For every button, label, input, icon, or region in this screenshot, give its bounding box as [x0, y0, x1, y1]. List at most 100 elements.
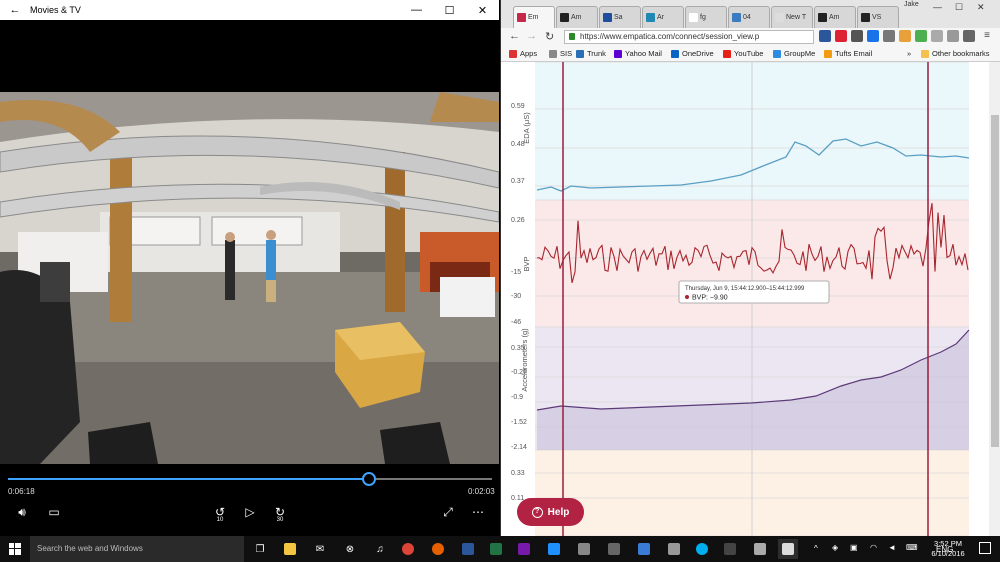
tab-strip: Em Am Sa Ar fg 04 New T Am VS — [501, 0, 1000, 28]
browser-tab[interactable]: VS — [857, 6, 899, 28]
forward-arrow-icon[interactable]: → — [526, 30, 537, 42]
back-arrow-icon[interactable]: ← — [0, 4, 30, 16]
minimize-icon[interactable]: — — [400, 4, 433, 16]
bvp-tick-label: -46 — [511, 319, 521, 326]
skip-back-button[interactable]: ↺ 10 — [208, 502, 232, 523]
xbox-icon[interactable]: ⊗ — [340, 539, 360, 559]
bookmark-item[interactable]: YouTube — [723, 49, 763, 58]
eda-axis-title: EDA (μS) — [522, 112, 531, 144]
browser-tab[interactable]: 04 — [728, 6, 770, 28]
keyboard-icon[interactable]: ⌨ — [906, 543, 918, 552]
start-button[interactable] — [0, 536, 30, 562]
extension-icon[interactable] — [931, 30, 943, 42]
mail-icon[interactable]: ✉ — [310, 539, 330, 559]
skip-forward-button[interactable]: ↻ 30 — [268, 502, 292, 523]
acc-tick-label: -2.14 — [511, 444, 527, 451]
reload-icon[interactable]: ↻ — [545, 30, 554, 43]
app-icon[interactable] — [664, 539, 684, 559]
bookmark-item[interactable]: OneDrive — [671, 49, 714, 58]
video-frame[interactable] — [0, 92, 499, 464]
other-bookmarks[interactable]: Other bookmarks — [921, 49, 990, 58]
extension-icon[interactable] — [883, 30, 895, 42]
extension-icon[interactable] — [899, 30, 911, 42]
captions-icon[interactable]: ▭ — [42, 502, 66, 522]
onenote-icon[interactable] — [514, 539, 534, 559]
extension-icon[interactable] — [947, 30, 959, 42]
browser-tab[interactable]: Am — [814, 6, 856, 28]
bookmarks-overflow[interactable]: » — [907, 49, 911, 58]
play-button[interactable]: ▷ — [238, 502, 262, 522]
extension-icon[interactable] — [963, 30, 975, 42]
bookmark-label: OneDrive — [682, 49, 714, 58]
extension-icon[interactable] — [867, 30, 879, 42]
wifi-icon[interactable]: ◠ — [870, 543, 877, 552]
word-icon[interactable] — [458, 539, 478, 559]
minimize-icon[interactable]: — — [933, 2, 942, 12]
file-explorer-icon[interactable] — [280, 539, 300, 559]
extension-icon[interactable] — [819, 30, 831, 42]
extension-icon[interactable] — [851, 30, 863, 42]
profile-name[interactable]: Jake — [904, 1, 919, 8]
task-view-icon[interactable]: ❐ — [250, 539, 270, 559]
address-bar[interactable]: https://www.empatica.com/connect/session… — [564, 30, 814, 44]
more-options-icon[interactable]: ⋯ — [466, 502, 490, 522]
browser-tab[interactable]: Ar — [642, 6, 684, 28]
itunes-icon[interactable]: ♫ — [370, 539, 390, 559]
folder-icon — [921, 49, 929, 58]
action-center-icon[interactable] — [979, 542, 991, 554]
windows-logo-icon — [9, 543, 21, 555]
bookmark-item[interactable]: Apps — [509, 49, 537, 58]
menu-icon[interactable]: ≡ — [981, 30, 993, 42]
tab-favicon-icon — [818, 13, 827, 22]
url-text: https://www.empatica.com/connect/session… — [580, 32, 760, 41]
playback-controls: 0:06:18 0:02:03 🔊︎ ▭ ↺ 10 ▷ ↻ 30 ⤢ ⋯ — [0, 464, 499, 536]
app-icon[interactable] — [574, 539, 594, 559]
extension-icon[interactable] — [915, 30, 927, 42]
browser-tab[interactable]: Sa — [599, 6, 641, 28]
help-button[interactable]: ? Help — [517, 498, 584, 526]
app-icon[interactable] — [544, 539, 564, 559]
bookmark-item[interactable]: Trunk — [576, 49, 606, 58]
browser-tab[interactable]: Am — [556, 6, 598, 28]
bookmark-favicon-icon — [773, 49, 781, 58]
seek-thumb[interactable] — [361, 472, 376, 486]
lock-icon — [569, 33, 575, 40]
bookmark-item[interactable]: SIS — [549, 49, 572, 58]
bookmark-item[interactable]: Yahoo Mail — [614, 49, 662, 58]
volume-icon[interactable]: 🔊︎ — [10, 502, 34, 522]
tab-favicon-icon — [689, 13, 698, 22]
seek-bar[interactable] — [8, 472, 492, 486]
app-icon[interactable] — [604, 539, 624, 559]
extension-icon[interactable] — [835, 30, 847, 42]
page-scrollbar[interactable] — [989, 62, 1000, 536]
skype-icon[interactable] — [692, 539, 712, 559]
tray-icon[interactable]: ◈ — [832, 543, 838, 552]
close-icon[interactable]: ✕ — [977, 2, 985, 13]
bookmark-item[interactable]: Tufts Email — [824, 49, 872, 58]
firefox-icon[interactable] — [428, 539, 448, 559]
close-icon[interactable]: ✕ — [466, 4, 499, 17]
clock[interactable]: 3:52 PM 6/10/2016 — [922, 539, 974, 559]
bookmark-label: Tufts Email — [835, 49, 873, 58]
browser-tab[interactable]: fg — [685, 6, 727, 28]
tray-icon[interactable]: ▣ — [850, 543, 858, 552]
show-hidden-icons-icon[interactable]: ^ — [814, 544, 818, 553]
maximize-icon[interactable]: ☐ — [433, 4, 466, 17]
scrollbar-thumb[interactable] — [991, 115, 999, 447]
browser-tab[interactable]: New T — [771, 6, 813, 28]
taskbar-search[interactable]: Search the web and Windows — [30, 536, 244, 562]
volume-icon[interactable]: ◄ — [888, 543, 896, 552]
browser-tab[interactable]: Em — [513, 6, 555, 28]
fullscreen-icon[interactable]: ⤢ — [436, 502, 460, 522]
excel-icon[interactable] — [486, 539, 506, 559]
photos-icon[interactable] — [750, 539, 770, 559]
movies-tv-icon[interactable] — [778, 539, 798, 559]
tab-favicon-icon — [861, 13, 870, 22]
bookmark-label: Yahoo Mail — [625, 49, 662, 58]
app-icon[interactable] — [720, 539, 740, 559]
maximize-icon[interactable]: ☐ — [955, 2, 963, 13]
back-arrow-icon[interactable]: ← — [509, 30, 520, 42]
app-icon[interactable] — [634, 539, 654, 559]
chrome-icon[interactable] — [398, 539, 418, 559]
bookmark-item[interactable]: GroupMe — [773, 49, 815, 58]
